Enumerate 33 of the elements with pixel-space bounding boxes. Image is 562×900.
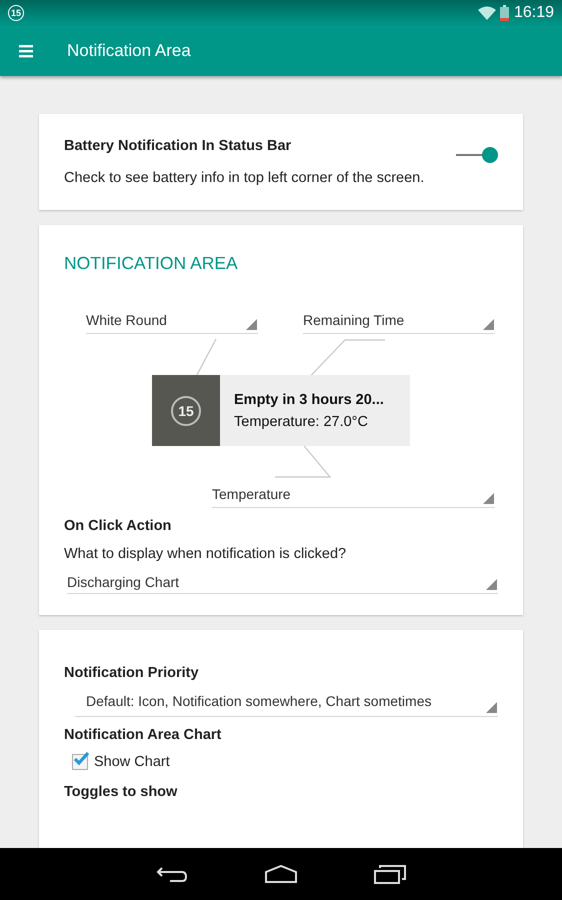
dropdown-arrow-icon	[483, 493, 494, 504]
screen-title: Notification Area	[67, 40, 191, 60]
dropdown-arrow-icon	[246, 319, 257, 330]
dropdown[interactable]: Remaining Time	[303, 310, 495, 334]
section-heading: NOTIFICATION AREA	[64, 253, 239, 274]
checkbox[interactable]: Show Chart	[72, 754, 498, 770]
setting-description: Check to see battery info in top left corner of the screen.	[64, 170, 426, 186]
toggle-switch[interactable]	[456, 147, 498, 163]
setting-title: Battery Notification In Status Bar	[64, 138, 292, 154]
battery-icon	[500, 4, 509, 20]
checkmark-icon	[72, 751, 90, 767]
notification-badge: 15	[8, 4, 24, 20]
battery-level-icon: 15	[171, 396, 201, 426]
dropdown-arrow-icon	[486, 579, 497, 590]
setting-title: Notification Priority	[64, 665, 200, 681]
setting-title: Toggles to show	[64, 784, 178, 800]
dropdown[interactable]: Discharging Chart	[67, 572, 498, 594]
recent-apps-button[interactable]	[374, 864, 406, 884]
notification-text: Temperature: 27.0°C	[234, 414, 369, 430]
setting-title: On Click Action	[64, 518, 172, 534]
setting-title: Notification Area Chart	[64, 727, 222, 743]
setting-description: What to display when notification is clicked?	[64, 546, 348, 562]
dropdown[interactable]: Temperature	[212, 484, 495, 508]
wifi-icon	[478, 6, 496, 20]
dropdown[interactable]: White Round	[86, 310, 258, 334]
notification-title: Empty in 3 hours 20...	[234, 392, 384, 408]
clock: 16:19	[514, 4, 554, 22]
dropdown[interactable]: Default: Icon, Notification somewhere, Chart sometimes	[75, 691, 498, 717]
dropdown-arrow-icon	[483, 319, 494, 330]
menu-icon[interactable]	[19, 44, 33, 58]
dropdown-arrow-icon	[486, 702, 497, 713]
back-button[interactable]	[156, 865, 188, 883]
home-button[interactable]	[264, 865, 298, 883]
